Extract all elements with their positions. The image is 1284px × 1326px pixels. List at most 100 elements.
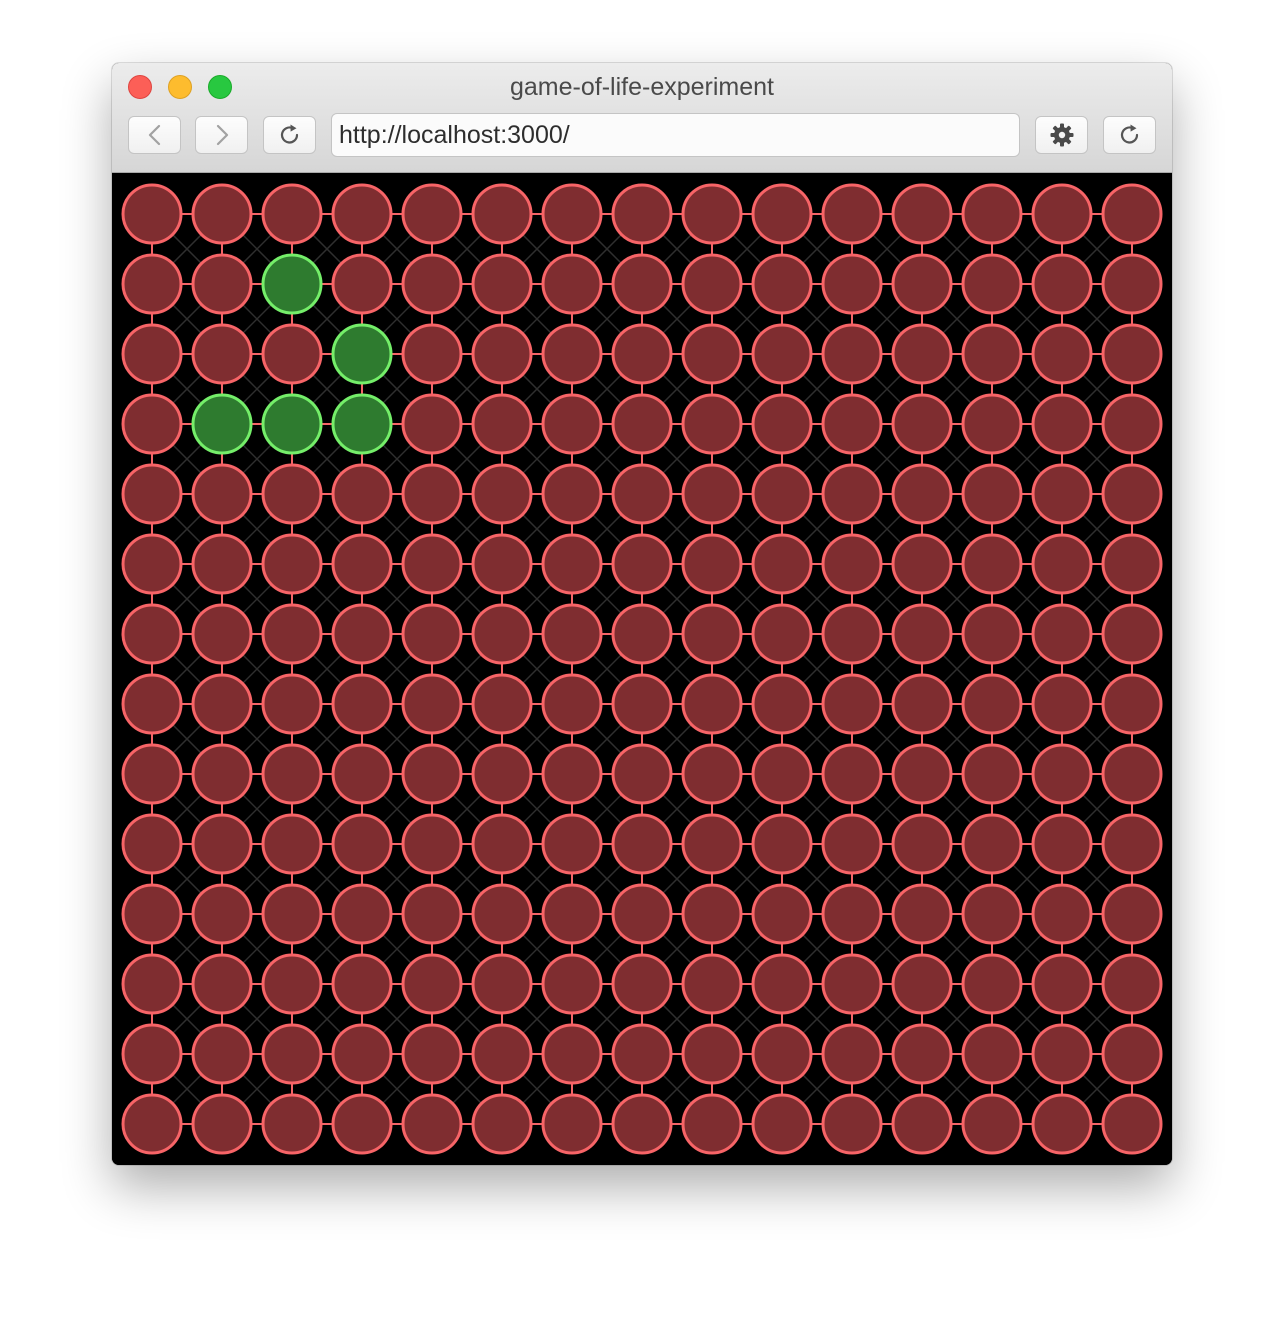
dead-cell[interactable] xyxy=(751,883,813,945)
dead-cell[interactable] xyxy=(681,1023,743,1085)
settings-button[interactable] xyxy=(1035,116,1088,154)
dead-cell[interactable] xyxy=(681,323,743,385)
dead-cell[interactable] xyxy=(961,323,1023,385)
dead-cell[interactable] xyxy=(1101,183,1163,245)
dead-cell[interactable] xyxy=(541,253,603,315)
dead-cell[interactable] xyxy=(961,393,1023,455)
dead-cell[interactable] xyxy=(261,813,323,875)
dead-cell[interactable] xyxy=(961,463,1023,525)
dead-cell[interactable] xyxy=(1101,1093,1163,1155)
dead-cell[interactable] xyxy=(541,533,603,595)
dead-cell[interactable] xyxy=(261,673,323,735)
dead-cell[interactable] xyxy=(1031,743,1093,805)
dead-cell[interactable] xyxy=(1101,253,1163,315)
dead-cell[interactable] xyxy=(191,743,253,805)
dead-cell[interactable] xyxy=(1101,533,1163,595)
dead-cell[interactable] xyxy=(1031,323,1093,385)
dead-cell[interactable] xyxy=(1101,1023,1163,1085)
dead-cell[interactable] xyxy=(821,393,883,455)
dead-cell[interactable] xyxy=(891,533,953,595)
dead-cell[interactable] xyxy=(1101,673,1163,735)
dead-cell[interactable] xyxy=(1031,463,1093,525)
dead-cell[interactable] xyxy=(961,533,1023,595)
dead-cell[interactable] xyxy=(401,883,463,945)
dead-cell[interactable] xyxy=(891,463,953,525)
dead-cell[interactable] xyxy=(471,463,533,525)
dead-cell[interactable] xyxy=(1031,533,1093,595)
dead-cell[interactable] xyxy=(961,813,1023,875)
dead-cell[interactable] xyxy=(681,953,743,1015)
dead-cell[interactable] xyxy=(121,393,183,455)
dead-cell[interactable] xyxy=(121,883,183,945)
dead-cell[interactable] xyxy=(541,953,603,1015)
dead-cell[interactable] xyxy=(471,813,533,875)
dead-cell[interactable] xyxy=(821,1093,883,1155)
dead-cell[interactable] xyxy=(1031,393,1093,455)
dead-cell[interactable] xyxy=(611,463,673,525)
dead-cell[interactable] xyxy=(541,603,603,665)
dead-cell[interactable] xyxy=(261,743,323,805)
forward-button[interactable] xyxy=(195,116,248,154)
back-button[interactable] xyxy=(128,116,181,154)
dead-cell[interactable] xyxy=(191,323,253,385)
dead-cell[interactable] xyxy=(611,253,673,315)
dead-cell[interactable] xyxy=(751,743,813,805)
dead-cell[interactable] xyxy=(681,603,743,665)
dead-cell[interactable] xyxy=(891,183,953,245)
dead-cell[interactable] xyxy=(121,323,183,385)
dead-cell[interactable] xyxy=(401,183,463,245)
game-board[interactable] xyxy=(112,173,1172,1165)
dead-cell[interactable] xyxy=(681,1093,743,1155)
live-cell[interactable] xyxy=(191,393,253,455)
dead-cell[interactable] xyxy=(331,253,393,315)
dead-cell[interactable] xyxy=(891,813,953,875)
dead-cell[interactable] xyxy=(471,183,533,245)
dead-cell[interactable] xyxy=(891,323,953,385)
dead-cell[interactable] xyxy=(191,1093,253,1155)
dead-cell[interactable] xyxy=(261,1093,323,1155)
dead-cell[interactable] xyxy=(961,953,1023,1015)
dead-cell[interactable] xyxy=(821,603,883,665)
dead-cell[interactable] xyxy=(611,743,673,805)
dead-cell[interactable] xyxy=(541,1023,603,1085)
dead-cell[interactable] xyxy=(821,253,883,315)
dead-cell[interactable] xyxy=(1031,253,1093,315)
dead-cell[interactable] xyxy=(961,253,1023,315)
dead-cell[interactable] xyxy=(471,673,533,735)
dead-cell[interactable] xyxy=(471,253,533,315)
dead-cell[interactable] xyxy=(191,463,253,525)
dead-cell[interactable] xyxy=(261,183,323,245)
dead-cell[interactable] xyxy=(121,533,183,595)
dead-cell[interactable] xyxy=(751,253,813,315)
dead-cell[interactable] xyxy=(261,1023,323,1085)
dead-cell[interactable] xyxy=(821,323,883,385)
dead-cell[interactable] xyxy=(401,323,463,385)
dead-cell[interactable] xyxy=(471,603,533,665)
dead-cell[interactable] xyxy=(401,813,463,875)
dead-cell[interactable] xyxy=(541,743,603,805)
live-cell[interactable] xyxy=(261,253,323,315)
dead-cell[interactable] xyxy=(751,1023,813,1085)
dead-cell[interactable] xyxy=(331,743,393,805)
dead-cell[interactable] xyxy=(1101,603,1163,665)
dead-cell[interactable] xyxy=(541,813,603,875)
dead-cell[interactable] xyxy=(331,533,393,595)
dead-cell[interactable] xyxy=(751,953,813,1015)
dead-cell[interactable] xyxy=(191,603,253,665)
dead-cell[interactable] xyxy=(891,603,953,665)
dead-cell[interactable] xyxy=(121,813,183,875)
dead-cell[interactable] xyxy=(541,463,603,525)
dead-cell[interactable] xyxy=(401,533,463,595)
dead-cell[interactable] xyxy=(191,673,253,735)
dead-cell[interactable] xyxy=(331,883,393,945)
dead-cell[interactable] xyxy=(751,603,813,665)
dead-cell[interactable] xyxy=(751,673,813,735)
dead-cell[interactable] xyxy=(1031,603,1093,665)
dead-cell[interactable] xyxy=(891,253,953,315)
dead-cell[interactable] xyxy=(891,1023,953,1085)
dead-cell[interactable] xyxy=(961,743,1023,805)
dead-cell[interactable] xyxy=(541,1093,603,1155)
dead-cell[interactable] xyxy=(401,743,463,805)
dead-cell[interactable] xyxy=(1101,953,1163,1015)
dead-cell[interactable] xyxy=(961,1023,1023,1085)
